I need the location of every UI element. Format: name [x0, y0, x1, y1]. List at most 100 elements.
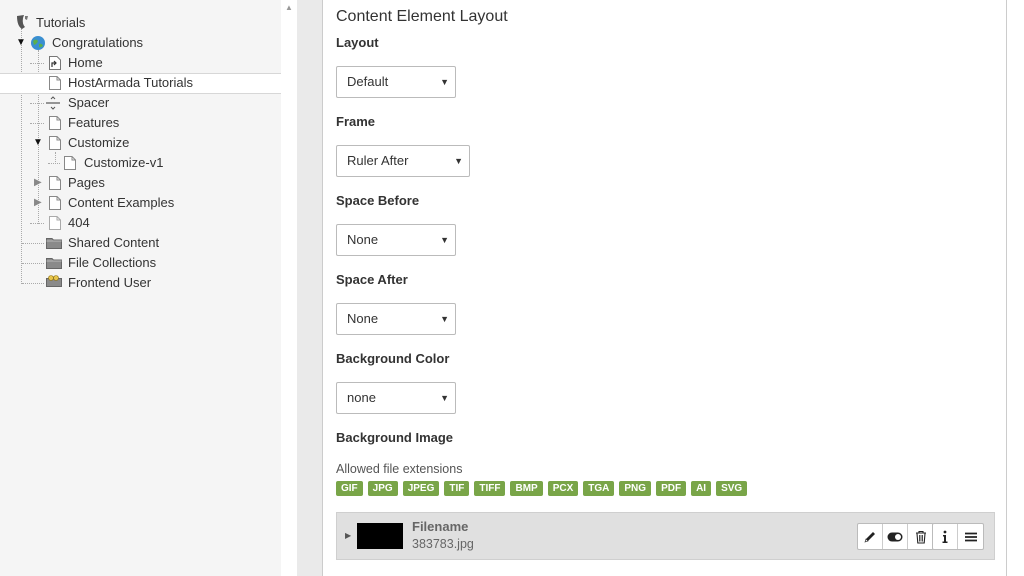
tree-item-label: Home: [68, 55, 103, 70]
pencil-icon: [864, 531, 875, 542]
drag-handle-icon: [964, 532, 977, 541]
space-before-select[interactable]: None ▼: [336, 224, 456, 256]
tree-item-content-examples[interactable]: ▶ Content Examples: [0, 193, 281, 213]
chevron-down-icon: ▼: [454, 156, 463, 166]
file-reference-panel: ▶ Filename 383783.jpg: [336, 512, 995, 560]
chevron-down-icon: ▼: [440, 314, 449, 324]
allowed-extensions-label: Allowed file extensions: [336, 462, 463, 476]
tree-item-label: File Collections: [68, 255, 157, 270]
space-after-label: Space After: [336, 272, 408, 287]
frame-label: Frame: [336, 114, 376, 129]
expand-caret-icon[interactable]: ▶: [345, 531, 351, 540]
tree-item-file-collections[interactable]: File Collections: [0, 253, 281, 273]
image-thumbnail[interactable]: [357, 523, 403, 549]
page-icon: [49, 76, 61, 90]
content-form: Content Element Layout Layout Default ▼ …: [322, 0, 1007, 576]
toggle-visibility-button[interactable]: [883, 524, 908, 549]
shortcut-page-icon: [49, 56, 61, 70]
tree-item-congratulations[interactable]: ▼ Congratulations: [0, 33, 281, 53]
tree-item-label: Spacer: [68, 95, 110, 110]
background-color-select[interactable]: none ▼: [336, 382, 456, 414]
extension-badge: BMP: [510, 481, 543, 496]
chevron-down-icon: ▼: [440, 393, 449, 403]
expand-toggle-icon[interactable]: ▶: [34, 198, 44, 208]
delete-button[interactable]: [908, 524, 933, 549]
page-icon: [49, 116, 61, 130]
collapse-toggle-icon[interactable]: ▼: [16, 38, 26, 48]
layout-select[interactable]: Default ▼: [336, 66, 456, 98]
space-after-select-value: None: [347, 311, 379, 326]
page-icon: [49, 196, 61, 210]
background-color-label: Background Color: [336, 351, 450, 366]
chevron-down-icon: ▼: [440, 77, 449, 87]
page-icon: [64, 156, 76, 170]
frame-select[interactable]: Ruler After ▼: [336, 145, 470, 177]
spacer-icon: [46, 96, 60, 110]
file-meta-group: [932, 523, 984, 550]
tree-item-label: Shared Content: [68, 235, 160, 250]
tree-item-pages[interactable]: ▶ Pages: [0, 173, 281, 193]
globe-icon: [31, 36, 45, 50]
page-icon: [49, 176, 61, 190]
file-name: 383783.jpg: [412, 537, 474, 551]
chevron-down-icon: ▼: [440, 235, 449, 245]
file-title: Filename: [412, 519, 469, 534]
extension-badge: GIF: [336, 481, 363, 496]
info-button[interactable]: [933, 524, 958, 549]
tree-root-label: Tutorials: [36, 15, 86, 30]
frame-select-value: Ruler After: [347, 153, 409, 168]
user-folder-icon: [46, 275, 62, 287]
tree-item-customize[interactable]: ▼ Customize: [0, 133, 281, 153]
tree-item-404[interactable]: 404: [0, 213, 281, 233]
tree-item-features[interactable]: Features: [0, 113, 281, 133]
folder-icon: [46, 238, 62, 249]
tree-item-home[interactable]: Home: [0, 53, 281, 73]
page-icon: [49, 216, 61, 230]
folder-icon: [46, 258, 62, 269]
tree-root[interactable]: Tutorials: [0, 13, 281, 33]
layout-select-value: Default: [347, 74, 389, 89]
scroll-up-arrow-icon[interactable]: ▲: [284, 4, 294, 12]
extension-badge: SVG: [716, 481, 748, 496]
extension-badge: JPG: [367, 481, 398, 496]
tree-item-frontend-user[interactable]: Frontend User: [0, 273, 281, 293]
extension-badge: PCX: [547, 481, 579, 496]
extension-badge: TIFF: [474, 481, 506, 496]
layout-label: Layout: [336, 35, 379, 50]
tree-item-label: HostArmada Tutorials: [68, 75, 193, 90]
tree-item-label: Congratulations: [52, 35, 144, 50]
pane-gutter: [297, 0, 322, 576]
tree-item-label: Customize-v1: [84, 155, 164, 170]
page-icon: [49, 136, 61, 150]
drag-handle-button[interactable]: [958, 524, 983, 549]
tree-item-label: Pages: [68, 175, 105, 190]
expand-toggle-icon[interactable]: ▶: [34, 178, 44, 188]
background-image-label: Background Image: [336, 430, 454, 445]
extension-badge: PNG: [619, 481, 652, 496]
tree-item-label: Features: [68, 115, 120, 130]
info-icon: [942, 530, 948, 543]
space-before-select-value: None: [347, 232, 379, 247]
toggle-icon: [887, 532, 903, 541]
section-title: Content Element Layout: [336, 8, 508, 25]
trash-icon: [915, 530, 926, 544]
tree-item-hostarmada-tutorials[interactable]: HostArmada Tutorials: [0, 73, 281, 94]
tree-item-label: Content Examples: [68, 195, 175, 210]
tree-item-spacer[interactable]: Spacer: [0, 93, 281, 113]
page-tree: Tutorials ▼ Congratulations Home HostArm…: [0, 0, 281, 576]
extension-badge: TIF: [444, 481, 470, 496]
edit-button[interactable]: [858, 524, 883, 549]
extension-badge: AI: [691, 481, 712, 496]
tree-item-label: 404: [68, 215, 90, 230]
file-actions-group: [857, 523, 934, 550]
tree-item-label: Customize: [68, 135, 130, 150]
space-after-select[interactable]: None ▼: [336, 303, 456, 335]
background-color-select-value: none: [347, 390, 376, 405]
extension-badge: PDF: [656, 481, 687, 496]
extension-badge: TGA: [583, 481, 615, 496]
tree-item-shared-content[interactable]: Shared Content: [0, 233, 281, 253]
tree-item-customize-v1[interactable]: Customize-v1: [0, 153, 281, 173]
space-before-label: Space Before: [336, 193, 420, 208]
extension-badges: GIF JPG JPEG TIF TIFF BMP PCX TGA PNG PD…: [336, 481, 748, 496]
collapse-toggle-icon[interactable]: ▼: [33, 138, 43, 148]
